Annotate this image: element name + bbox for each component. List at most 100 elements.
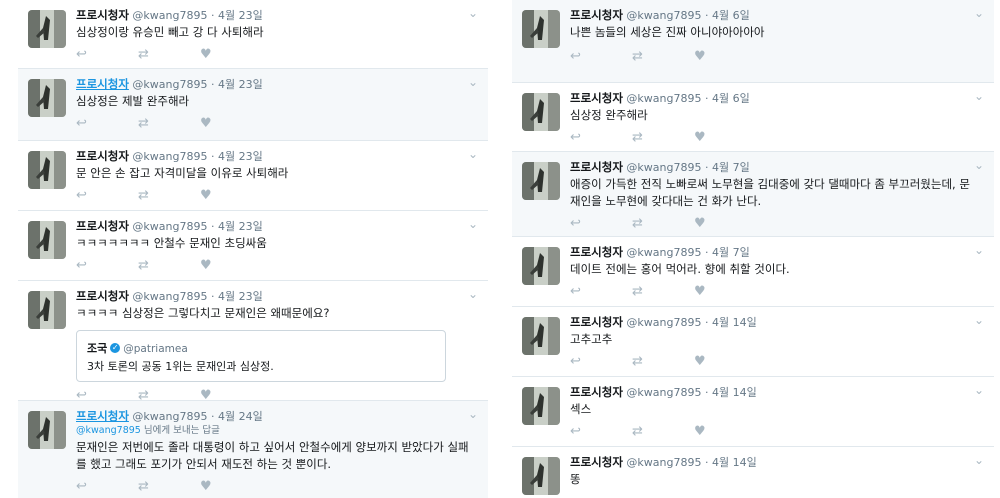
- display-name[interactable]: 프로시청자: [570, 385, 623, 399]
- chevron-down-icon[interactable]: ⌄: [974, 453, 984, 467]
- heart-icon[interactable]: ♥: [694, 49, 756, 65]
- heart-icon[interactable]: ♥: [694, 354, 756, 370]
- chevron-down-icon[interactable]: ⌄: [974, 6, 984, 20]
- retweet-icon[interactable]: ⇄: [138, 188, 200, 204]
- display-name[interactable]: 프로시청자: [76, 289, 129, 303]
- chevron-down-icon[interactable]: ⌄: [974, 243, 984, 257]
- chevron-down-icon[interactable]: ⌄: [468, 217, 478, 231]
- reply-icon[interactable]: ↩: [570, 354, 632, 370]
- reply-icon[interactable]: ↩: [570, 284, 632, 300]
- chevron-down-icon[interactable]: ⌄: [974, 158, 984, 172]
- display-name[interactable]: 프로시청자: [570, 455, 623, 469]
- tweet[interactable]: 프로시청자 @kwang7895 · 4월 6일 ⌄ 심상정 완주해라 ↩ ⇄ …: [512, 83, 994, 152]
- retweet-icon[interactable]: ⇄: [632, 424, 694, 440]
- retweet-icon[interactable]: ⇄: [632, 216, 694, 232]
- reply-icon[interactable]: ↩: [76, 47, 138, 63]
- avatar[interactable]: [28, 221, 66, 259]
- heart-icon[interactable]: ♥: [200, 47, 262, 63]
- tweet[interactable]: 프로시청자 @kwang7895 · 4월 23일 ⌄ 심상정은 제발 완주해라…: [18, 69, 488, 141]
- user-handle[interactable]: @kwang7895: [132, 78, 207, 91]
- tweet[interactable]: 프로시청자 @kwang7895 · 4월 23일 ⌄ ㅋㅋㅋㅋ 심상정은 그렇…: [18, 281, 488, 403]
- tweet-date[interactable]: 4월 6일: [712, 9, 750, 22]
- tweet-date[interactable]: 4월 23일: [218, 150, 263, 163]
- user-handle[interactable]: @kwang7895: [626, 386, 701, 399]
- heart-icon[interactable]: ♥: [694, 424, 756, 440]
- reply-icon[interactable]: ↩: [76, 258, 138, 274]
- avatar[interactable]: [522, 247, 560, 285]
- heart-icon[interactable]: ♥: [694, 216, 756, 232]
- tweet-date[interactable]: 4월 23일: [218, 220, 263, 233]
- heart-icon[interactable]: ♥: [200, 188, 262, 204]
- avatar[interactable]: [522, 387, 560, 425]
- avatar[interactable]: [522, 162, 560, 200]
- user-handle[interactable]: @kwang7895: [626, 456, 701, 469]
- retweet-icon[interactable]: ⇄: [632, 354, 694, 370]
- avatar[interactable]: [522, 457, 560, 495]
- retweet-icon[interactable]: ⇄: [138, 47, 200, 63]
- tweet[interactable]: 프로시청자 @kwang7895 · 4월 14일 ⌄ 고추고추 ↩ ⇄ ♥: [512, 307, 994, 377]
- tweet-date[interactable]: 4월 14일: [712, 316, 757, 329]
- user-handle[interactable]: @kwang7895: [132, 410, 207, 423]
- tweet[interactable]: 프로시청자 @kwang7895 · 4월 23일 ⌄ 문 안은 손 잡고 자격…: [18, 141, 488, 211]
- avatar[interactable]: [28, 151, 66, 189]
- display-name[interactable]: 프로시청자: [570, 245, 623, 259]
- display-name[interactable]: 프로시청자: [570, 160, 623, 174]
- retweet-icon[interactable]: ⇄: [138, 116, 200, 132]
- avatar[interactable]: [28, 411, 66, 449]
- user-handle[interactable]: @kwang7895: [626, 246, 701, 259]
- user-handle[interactable]: @kwang7895: [132, 9, 207, 22]
- display-name[interactable]: 프로시청자: [76, 219, 129, 233]
- tweet[interactable]: 프로시청자 @kwang7895 · 4월 23일 ⌄ ㅋㅋㅋㅋㅋㅋㅋ 안철수 …: [18, 211, 488, 281]
- user-handle[interactable]: @kwang7895: [626, 161, 701, 174]
- reply-icon[interactable]: ↩: [76, 116, 138, 132]
- reply-icon[interactable]: ↩: [76, 188, 138, 204]
- display-name[interactable]: 프로시청자: [570, 315, 623, 329]
- tweet[interactable]: 프로시청자 @kwang7895 · 4월 14일 ⌄ 섹스 ↩ ⇄ ♥: [512, 377, 994, 447]
- tweet[interactable]: 프로시청자 @kwang7895 · 4월 7일 ⌄ 데이트 전에는 홍어 먹어…: [512, 237, 994, 307]
- user-handle[interactable]: @kwang7895: [626, 92, 701, 105]
- display-name[interactable]: 프로시청자: [570, 8, 623, 22]
- chevron-down-icon[interactable]: ⌄: [974, 313, 984, 327]
- tweet[interactable]: 프로시청자 @kwang7895 · 4월 14일 ⌄ 똥: [512, 447, 994, 498]
- reply-icon[interactable]: ↩: [570, 130, 632, 146]
- avatar[interactable]: [522, 317, 560, 355]
- tweet-date[interactable]: 4월 14일: [712, 456, 757, 469]
- tweet[interactable]: 프로시청자 @kwang7895 · 4월 24일 ⌄ @kwang7895 님…: [18, 401, 488, 498]
- tweet[interactable]: 프로시청자 @kwang7895 · 4월 23일 ⌄ 심상정이랑 유승민 빼고…: [18, 0, 488, 69]
- user-handle[interactable]: @kwang7895: [626, 9, 701, 22]
- display-name[interactable]: 프로시청자: [76, 149, 129, 163]
- avatar[interactable]: [28, 291, 66, 329]
- retweet-icon[interactable]: ⇄: [138, 479, 200, 495]
- chevron-down-icon[interactable]: ⌄: [468, 75, 478, 89]
- reply-icon[interactable]: ↩: [76, 479, 138, 495]
- reply-to-handle[interactable]: @kwang7895: [76, 425, 141, 436]
- heart-icon[interactable]: ♥: [694, 130, 756, 146]
- chevron-down-icon[interactable]: ⌄: [974, 89, 984, 103]
- tweet[interactable]: 프로시청자 @kwang7895 · 4월 6일 ⌄ 나쁜 놈들의 세상은 진짜…: [512, 0, 994, 83]
- user-handle[interactable]: @kwang7895: [626, 316, 701, 329]
- avatar[interactable]: [28, 79, 66, 117]
- retweet-icon[interactable]: ⇄: [138, 258, 200, 274]
- display-name[interactable]: 프로시청자: [570, 91, 623, 105]
- tweet-date[interactable]: 4월 24일: [218, 410, 263, 423]
- chevron-down-icon[interactable]: ⌄: [468, 407, 478, 421]
- tweet-date[interactable]: 4월 7일: [712, 246, 750, 259]
- chevron-down-icon[interactable]: ⌄: [974, 383, 984, 397]
- chevron-down-icon[interactable]: ⌄: [468, 6, 478, 20]
- reply-icon[interactable]: ↩: [570, 216, 632, 232]
- retweet-icon[interactable]: ⇄: [632, 284, 694, 300]
- tweet-date[interactable]: 4월 23일: [218, 78, 263, 91]
- user-handle[interactable]: @kwang7895: [132, 150, 207, 163]
- tweet-date[interactable]: 4월 6일: [712, 92, 750, 105]
- chevron-down-icon[interactable]: ⌄: [468, 147, 478, 161]
- display-name[interactable]: 프로시청자: [76, 409, 129, 423]
- retweet-icon[interactable]: ⇄: [632, 49, 694, 65]
- retweet-icon[interactable]: ⇄: [632, 130, 694, 146]
- heart-icon[interactable]: ♥: [200, 258, 262, 274]
- tweet-date[interactable]: 4월 14일: [712, 386, 757, 399]
- chevron-down-icon[interactable]: ⌄: [468, 287, 478, 301]
- quoted-tweet[interactable]: 조국 ✓ @patriamea 3차 토론의 공동 1위는 문재인과 심상정.: [76, 330, 446, 382]
- tweet[interactable]: 프로시청자 @kwang7895 · 4월 7일 ⌄ 애증이 가득한 전직 노빠…: [512, 152, 994, 237]
- heart-icon[interactable]: ♥: [694, 284, 756, 300]
- heart-icon[interactable]: ♥: [200, 116, 262, 132]
